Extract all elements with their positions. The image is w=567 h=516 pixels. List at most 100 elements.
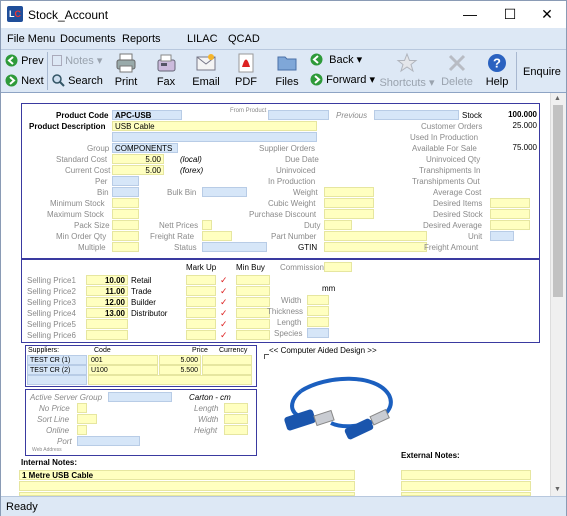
active-server-group-field[interactable] [108, 392, 172, 402]
pack-size-field[interactable] [112, 220, 139, 230]
status-field[interactable] [202, 242, 267, 252]
menu-documents[interactable]: Documents [60, 33, 116, 45]
selling-price-field[interactable]: 11.00 [86, 286, 128, 296]
desired-stock-field[interactable] [490, 209, 530, 219]
min-buy-field[interactable] [236, 308, 270, 318]
supplier-code-cell[interactable]: U100 [88, 365, 158, 375]
scrollbar-thumb[interactable] [553, 105, 563, 297]
selling-price-field[interactable]: 13.00 [86, 308, 128, 318]
min-buy-field[interactable] [236, 297, 270, 307]
markup-field[interactable] [186, 308, 216, 318]
close-button[interactable]: ✕ [530, 4, 564, 24]
bin-field[interactable] [112, 187, 139, 197]
supplier-code-cell[interactable]: 001 [88, 355, 158, 365]
carton-length-field[interactable] [224, 403, 248, 413]
min-buy-field[interactable] [236, 330, 270, 340]
length-field[interactable] [307, 317, 329, 327]
multiple-field[interactable] [112, 242, 139, 252]
scroll-up-icon[interactable]: ▲ [554, 95, 561, 102]
supplier-price-cell[interactable]: 5.500 [159, 365, 201, 375]
menu-lilac[interactable]: LILAC [187, 33, 218, 45]
external-notes-line-2[interactable] [401, 481, 531, 491]
product-description-field[interactable]: USB Cable [112, 121, 317, 131]
width-field[interactable] [307, 295, 329, 305]
supplier-price-cell[interactable]: 5.000 [159, 355, 201, 365]
check-icon[interactable]: ✓ [220, 275, 228, 285]
per-field[interactable] [112, 176, 139, 186]
minimum-stock-field[interactable] [112, 198, 139, 208]
forward-button[interactable]: Forward ▾ [310, 73, 375, 86]
help-button[interactable]: ? Help [483, 52, 511, 88]
scroll-down-icon[interactable]: ▼ [554, 486, 561, 493]
desired-average-field[interactable] [490, 220, 530, 230]
duty-field[interactable] [324, 220, 352, 230]
selling-price-field[interactable]: 10.00 [86, 275, 128, 285]
supplier-currency-cell[interactable] [202, 355, 252, 365]
supplier-name-cell[interactable]: TEST CR (2) [27, 365, 87, 375]
markup-field[interactable] [186, 330, 216, 340]
nett-prices-checkbox[interactable] [202, 220, 212, 230]
notes-button[interactable]: Notes ▾ [52, 54, 102, 67]
no-price-checkbox[interactable] [77, 403, 87, 413]
check-icon[interactable]: ✓ [220, 297, 228, 307]
selling-price-field[interactable] [86, 319, 128, 329]
carton-height-field[interactable] [224, 425, 248, 435]
standard-cost-field[interactable]: 5.00 [112, 154, 164, 164]
min-buy-field[interactable] [236, 275, 270, 285]
desired-items-field[interactable] [490, 198, 530, 208]
internal-notes-line-1[interactable]: 1 Metre USB Cable [19, 470, 355, 480]
pdf-button[interactable]: PDF [232, 52, 260, 88]
min-buy-field[interactable] [236, 319, 270, 329]
online-checkbox[interactable] [77, 425, 87, 435]
current-cost-field[interactable]: 5.00 [112, 165, 164, 175]
group-field[interactable]: COMPONENTS [112, 143, 178, 153]
prev-button[interactable]: Prev [5, 54, 44, 67]
check-icon[interactable]: ✓ [220, 286, 228, 296]
commission-field[interactable] [324, 262, 352, 272]
markup-field[interactable] [186, 286, 216, 296]
supplier-name-cell[interactable]: TEST CR (1) [27, 355, 87, 365]
print-button[interactable]: Print [111, 52, 141, 88]
sort-line-field[interactable] [77, 414, 97, 424]
external-notes-line-1[interactable] [401, 470, 531, 480]
product-description-2-field[interactable] [112, 132, 317, 142]
species-field[interactable] [307, 328, 329, 338]
port-field[interactable] [77, 436, 140, 446]
freight-rate-field[interactable] [202, 231, 232, 241]
part-number-field[interactable] [324, 231, 427, 241]
shortcuts-button[interactable]: Shortcuts ▾ [379, 52, 435, 89]
enquire-button[interactable]: Enquire [523, 66, 561, 78]
min-buy-field[interactable] [236, 286, 270, 296]
unit-field[interactable] [490, 231, 514, 241]
maximum-stock-field[interactable] [112, 209, 139, 219]
product-code-field[interactable]: APC-USB [112, 110, 182, 120]
next-button[interactable]: Next [5, 74, 44, 87]
cubic-weight-field[interactable] [324, 198, 374, 208]
menu-file[interactable]: File Menu [7, 33, 55, 45]
previous-field[interactable] [374, 110, 459, 120]
supplier-row-empty[interactable] [88, 375, 252, 385]
check-icon[interactable]: ✓ [220, 308, 228, 318]
maximize-button[interactable]: ☐ [493, 4, 527, 24]
markup-field[interactable] [186, 275, 216, 285]
gtin-field[interactable] [324, 242, 427, 252]
check-icon[interactable]: ✓ [220, 319, 228, 329]
email-button[interactable]: Email [190, 52, 222, 88]
supplier-currency-cell[interactable] [202, 365, 252, 375]
markup-field[interactable] [186, 319, 216, 329]
internal-notes-line-2[interactable] [19, 481, 355, 491]
minimize-button[interactable]: — [453, 4, 487, 24]
selling-price-field[interactable]: 12.00 [86, 297, 128, 307]
search-button[interactable]: Search [52, 74, 103, 87]
min-order-qty-field[interactable] [112, 231, 139, 241]
weight-field[interactable] [324, 187, 374, 197]
check-icon[interactable]: ✓ [220, 330, 228, 340]
purchase-discount-field[interactable] [324, 209, 374, 219]
delete-button[interactable]: Delete [441, 52, 473, 88]
thickness-field[interactable] [307, 306, 329, 316]
menu-reports[interactable]: Reports [122, 33, 161, 45]
bulk-bin-field[interactable] [202, 187, 247, 197]
markup-field[interactable] [186, 297, 216, 307]
selling-price-field[interactable] [86, 330, 128, 340]
back-button[interactable]: Back ▾ [310, 53, 362, 66]
